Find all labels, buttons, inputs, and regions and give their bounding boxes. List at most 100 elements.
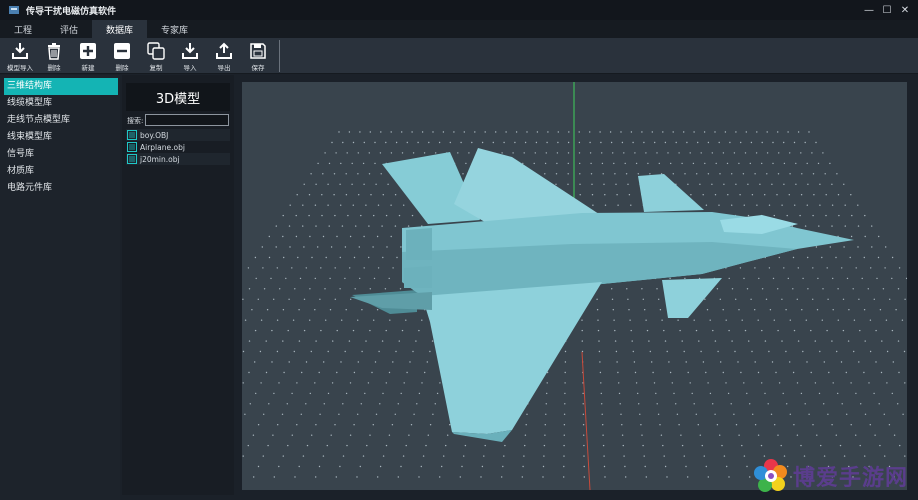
grid-dot [717,350,719,353]
tab-project[interactable]: 工程 [0,20,46,38]
grid-dot [631,340,633,342]
grid-dot [747,183,749,185]
grid-dot [619,403,621,405]
grid-dot [273,392,275,395]
grid-dot [376,235,379,238]
grid-dot [347,214,349,217]
grid-dot [660,434,663,436]
grid-dot [649,173,651,175]
list-item[interactable]: Airplane.obj [126,141,230,153]
export-button[interactable]: 导出 [207,38,241,74]
grid-dot [413,413,415,415]
tab-expert-library[interactable]: 专家库 [147,20,202,38]
remove-button[interactable]: 删除 [105,38,139,74]
sidebar-item-signal[interactable]: 信号库 [0,146,120,163]
grid-dot [640,424,642,426]
grid-dot [400,246,402,248]
sidebar-item-3d-structure[interactable]: 三维结构库 [4,78,118,95]
copy-button[interactable]: 复制 [139,38,173,74]
model-import-button[interactable]: 模型导入 [3,38,37,74]
import-button[interactable]: 导入 [173,38,207,74]
grid-dot [342,141,344,144]
tab-database[interactable]: 数据库 [92,20,148,38]
grid-dot [390,235,392,238]
grid-dot [464,444,467,447]
minimize-button[interactable]: — [860,0,878,20]
grid-dot [832,277,834,280]
maximize-button[interactable]: ☐ [878,0,896,20]
3d-viewport[interactable] [242,82,907,490]
sidebar-item-material[interactable]: 材质库 [0,163,120,180]
grid-dot [831,340,833,342]
grid-dot [714,340,717,342]
save-button[interactable]: 保存 [241,38,275,74]
grid-dot [886,382,888,384]
list-item[interactable]: j20min.obj [126,153,230,165]
grid-dot [601,403,603,405]
grid-dot [850,382,852,384]
grid-dot [743,455,746,457]
grid-dot [484,131,486,133]
grid-dot [339,256,341,259]
grid-dot [902,413,904,415]
library-sidebar: 三维结构库 线缆模型库 走线节点模型库 线束模型库 信号库 材质库 电路元件库 [0,75,120,500]
grid-dot [297,256,299,259]
grid-dot [388,434,391,436]
grid-dot [725,382,727,384]
grid-dot [766,173,768,175]
grid-dot [382,455,385,457]
grid-dot [395,141,398,144]
grid-dot [681,444,684,447]
delete-button[interactable]: 删除 [37,38,71,74]
grid-dot [777,329,779,332]
grid-dot [875,361,877,363]
grid-dot [363,235,365,238]
grid-dot [536,131,539,133]
grid-dot [339,288,341,290]
grid-dot [381,225,383,227]
grid-dot [875,329,877,332]
grid-dot [711,183,713,185]
tab-evaluation[interactable]: 评估 [46,20,92,38]
grid-dot [705,465,707,468]
grid-dot [460,141,462,144]
list-item[interactable]: boy.OBJ [126,129,230,141]
grid-dot [819,183,821,185]
grid-dot [808,413,810,415]
sidebar-item-routing-node[interactable]: 走线节点模型库 [0,112,120,129]
grid-dot [870,267,872,269]
grid-dot [534,152,536,154]
sidebar-item-harness-model[interactable]: 线束模型库 [0,129,120,146]
grid-dot [309,288,311,290]
grid-dot [339,465,341,468]
sidebar-item-circuit-element[interactable]: 电路元件库 [0,180,120,197]
sidebar-item-cable-model[interactable]: 线缆模型库 [0,95,120,112]
grid-dot [382,392,384,395]
grid-dot [564,382,566,384]
grid-dot [302,204,304,206]
grid-dot [275,225,277,227]
grid-dot [741,319,743,321]
grid-dot [726,162,729,165]
grid-dot [693,131,695,133]
download-tray-icon [12,43,28,59]
grid-dot [425,444,427,447]
grid-dot [871,246,873,248]
search-input[interactable] [145,114,229,126]
grid-dot [766,131,768,133]
grid-dot [774,424,776,426]
grid-dot [257,298,259,300]
close-button[interactable]: ✕ [896,0,914,20]
grid-dot [359,131,361,133]
grid-dot [449,424,451,426]
grid-dot [755,152,758,154]
grid-dot [831,424,833,426]
grid-dot [400,392,402,395]
grid-dot [378,350,380,353]
grid-dot [840,361,843,363]
grid-dot [735,424,738,426]
new-button[interactable]: 新建 [71,38,105,74]
grid-dot [726,465,728,468]
grid-dot [888,424,891,426]
grid-dot [344,246,347,248]
